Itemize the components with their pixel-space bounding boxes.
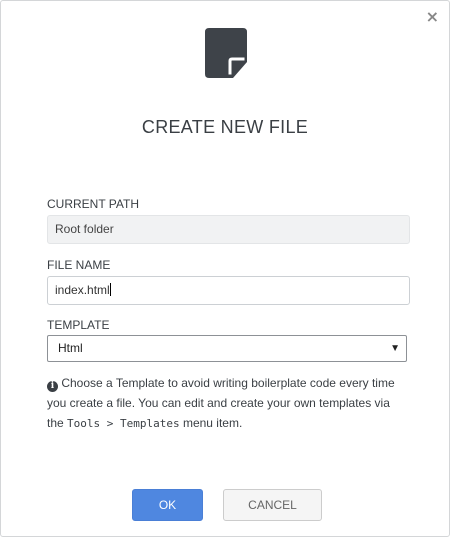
- create-file-dialog: × CREATE NEW FILE CURRENT PATH Root fold…: [0, 0, 450, 537]
- dialog-title: CREATE NEW FILE: [141, 117, 309, 137]
- current-path-label: CURRENT PATH: [47, 197, 140, 211]
- menu-separator: >: [100, 417, 121, 430]
- template-selected-value: Html: [58, 341, 83, 355]
- chevron-down-icon: ▼: [390, 343, 400, 354]
- current-path-field: Root folder: [47, 215, 410, 244]
- ok-button[interactable]: OK: [132, 489, 203, 521]
- file-icon: [205, 28, 247, 83]
- info-text-after: menu item.: [179, 416, 243, 430]
- file-name-input[interactable]: index.html: [47, 276, 410, 305]
- text-cursor: [109, 283, 111, 296]
- file-name-value: index.html: [55, 283, 110, 297]
- close-icon[interactable]: ×: [426, 7, 439, 27]
- menu-templates: Templates: [120, 417, 180, 430]
- template-select[interactable]: Html ▼: [47, 335, 407, 362]
- menu-tools: Tools: [67, 417, 101, 430]
- template-label: TEMPLATE: [47, 318, 110, 332]
- cancel-button[interactable]: CANCEL: [223, 489, 322, 521]
- file-name-label: FILE NAME: [47, 258, 111, 272]
- info-icon: i: [47, 381, 58, 392]
- template-info: i Choose a Template to avoid writing boi…: [47, 373, 407, 434]
